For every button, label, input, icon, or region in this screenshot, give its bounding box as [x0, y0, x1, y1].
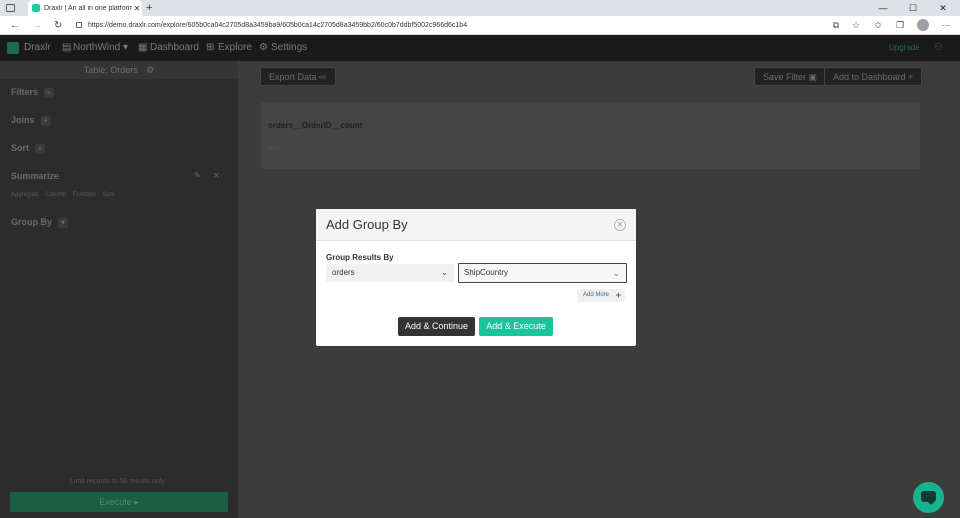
tab-title: Draxlr | An all in one platform to	[44, 4, 132, 12]
upgrade-link[interactable]: Upgrade	[889, 35, 920, 61]
joins-section[interactable]: Joins +	[11, 115, 51, 126]
summary-chip: Column	[45, 192, 67, 198]
nav-explore[interactable]: Explore	[218, 35, 252, 61]
add-group-by-modal: Add Group By ✕ Group Results By orders ⌄…	[316, 209, 636, 346]
edit-summary-icon[interactable]: ✎	[194, 171, 201, 180]
app-available-icon[interactable]: ⧉	[830, 19, 842, 31]
reload-icon[interactable]: ↻	[54, 16, 62, 35]
favorite-star-icon[interactable]: ☆	[850, 19, 862, 31]
column-select-value: ShipCountry	[464, 268, 509, 277]
maximize-button[interactable]: ☐	[898, 0, 928, 16]
user-icon[interactable]: ⚇	[934, 35, 943, 61]
add-more-label: Add More	[583, 292, 610, 298]
summary-chip: Aggregate	[11, 192, 39, 198]
forward-icon[interactable]: →	[32, 16, 42, 35]
summarize-section[interactable]: Summarize	[11, 171, 59, 181]
add-execute-button[interactable]: Add & Execute	[479, 317, 553, 336]
table-select-value: orders	[332, 268, 355, 277]
close-icon[interactable]: ✕	[614, 219, 626, 231]
new-tab-button[interactable]: +	[146, 0, 152, 16]
workspace-dropdown[interactable]: NorthWind ▾	[73, 35, 128, 61]
brand-name[interactable]: Draxlr	[24, 35, 51, 61]
limit-note: Limit records to 50 results only	[70, 478, 165, 485]
add-join-icon[interactable]: +	[40, 116, 51, 126]
group-by-dropdown-icon[interactable]: ▾	[58, 218, 69, 228]
chevron-down-icon: ⌄	[612, 268, 620, 278]
summary-chip: Sum	[102, 192, 115, 198]
group-by-label: Group By	[11, 217, 53, 227]
browser-tab[interactable]: Draxlr | An all in one platform to ✕	[28, 0, 142, 16]
back-icon[interactable]: ←	[10, 16, 20, 35]
tab-actions-icon[interactable]	[6, 4, 15, 12]
chevron-down-icon: ⌄	[441, 268, 448, 277]
joins-label: Joins	[11, 115, 35, 125]
summary-chip: Function	[72, 192, 96, 198]
url-text: https://demo.draxlr.com/explore/605b0ca0…	[88, 22, 468, 29]
nav-settings[interactable]: Settings	[271, 35, 307, 61]
add-sort-icon[interactable]: +	[35, 144, 45, 154]
execute-button[interactable]: Execute ▸	[10, 492, 228, 512]
browser-tab-strip: Draxlr | An all in one platform to ✕ + —…	[0, 0, 960, 16]
address-bar: ← → ↻ https://demo.draxlr.com/explore/60…	[0, 16, 960, 35]
summary-chips: Aggregate Column Function Sum	[11, 192, 120, 198]
result-column-header: orders__OrderID__count	[268, 121, 363, 130]
draxlr-logo-icon	[7, 42, 19, 54]
sort-section[interactable]: Sort +	[11, 143, 45, 154]
filters-section[interactable]: Filters +	[11, 87, 55, 98]
profile-avatar[interactable]	[917, 19, 929, 31]
modal-title: Add Group By	[326, 217, 408, 232]
add-filter-icon[interactable]: +	[44, 88, 55, 98]
settings-icon: ⚙	[259, 42, 268, 53]
result-card: orders__OrderID__count 830	[261, 102, 920, 169]
add-more-button[interactable]: Add More +	[577, 289, 625, 302]
tab-close-icon[interactable]: ✕	[132, 4, 142, 13]
save-filter-button[interactable]: Save Filter ▣	[754, 67, 827, 86]
collections-icon[interactable]: ❐	[894, 19, 906, 31]
query-sidebar: Table: Orders ⚙ Filters + Joins + Sort + Su…	[0, 61, 238, 518]
group-results-by-label: Group Results By	[326, 253, 394, 262]
export-data-button[interactable]: Export Data ⇨	[260, 67, 336, 86]
chat-support-button[interactable]	[913, 482, 944, 513]
group-by-section[interactable]: Group By ▾	[11, 217, 69, 228]
more-menu-icon[interactable]: ⋯	[940, 19, 952, 31]
draxlr-favicon-icon	[32, 4, 40, 12]
app-navbar: Draxlr ▤ NorthWind ▾ ▦ Dashboard ⊞ Explo…	[0, 35, 960, 61]
table-select[interactable]: orders ⌄	[326, 264, 454, 282]
table-selector[interactable]: Table: Orders ⚙	[0, 61, 238, 79]
lock-icon	[76, 22, 82, 29]
chat-icon-tail	[927, 501, 935, 505]
table-settings-icon[interactable]: ⚙	[146, 65, 154, 75]
close-window-button[interactable]: ✕	[928, 0, 958, 16]
column-select[interactable]: ShipCountry ⌄	[458, 263, 627, 283]
nav-dashboard[interactable]: Dashboard	[150, 35, 199, 61]
plus-icon: +	[615, 290, 621, 300]
table-label: Table: Orders	[83, 65, 138, 75]
result-value: 830	[268, 145, 280, 152]
sort-label: Sort	[11, 143, 29, 153]
remove-summary-icon[interactable]: ✕	[213, 171, 220, 180]
minimize-button[interactable]: —	[868, 0, 898, 16]
add-continue-button[interactable]: Add & Continue	[398, 317, 475, 336]
url-field[interactable]: https://demo.draxlr.com/explore/605b0ca0…	[76, 18, 806, 33]
add-to-dashboard-button[interactable]: Add to Dashboard +	[824, 67, 923, 86]
dashboard-icon: ▦	[138, 42, 148, 53]
explore-icon: ⊞	[206, 42, 215, 53]
favorites-icon[interactable]: ✩	[872, 19, 884, 31]
modal-header: Add Group By ✕	[316, 209, 636, 241]
filters-label: Filters	[11, 87, 39, 97]
database-icon: ▤	[62, 42, 72, 53]
summarize-label: Summarize	[11, 171, 60, 181]
